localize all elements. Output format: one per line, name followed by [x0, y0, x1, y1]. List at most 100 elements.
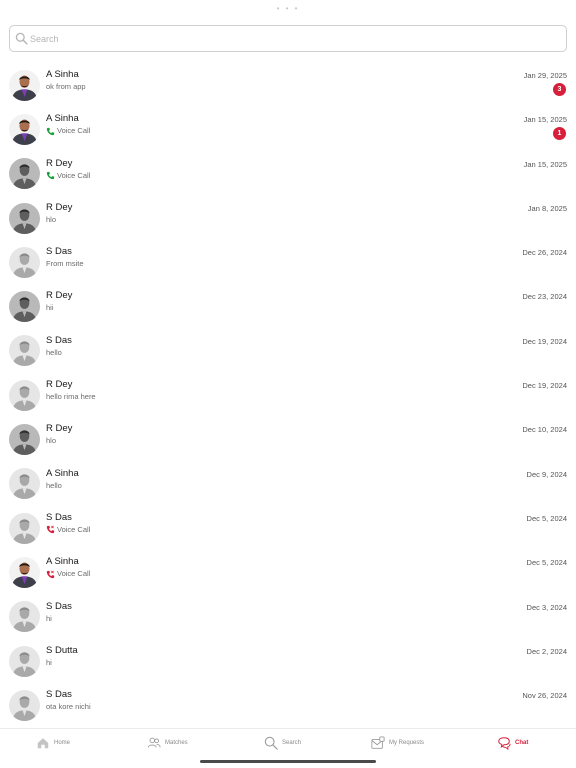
message-date: Jan 15, 2025 [523, 115, 567, 125]
avatar[interactable] [9, 202, 40, 234]
contact-name: S Das [46, 334, 72, 346]
avatar[interactable] [9, 468, 40, 500]
tab-chat[interactable]: Chat [497, 736, 528, 750]
chat-info: S Das hello [46, 335, 72, 359]
message-preview-text: hi [46, 613, 52, 623]
message-preview: Voice Call [46, 170, 90, 182]
message-preview: From msite [46, 258, 84, 270]
chat-info: S Das Voice Call [46, 512, 90, 536]
avatar-photo [9, 69, 40, 101]
tab-chat-label: Chat [515, 740, 529, 746]
chat-row[interactable]: R Dey hlo Jan 8, 2025 [0, 196, 576, 240]
contact-name: R Dey [46, 201, 73, 213]
tab-search[interactable]: Search [264, 736, 301, 750]
chat-info: S Das From msite [46, 246, 84, 270]
avatar-placeholder [9, 424, 40, 456]
chat-row[interactable]: A Sinha ok from app Jan 29, 2025 3 [0, 63, 576, 107]
chat-info: R Dey Voice Call [46, 158, 90, 182]
contact-name: A Sinha [46, 556, 79, 568]
chat-row[interactable]: A Sinha hello Dec 9, 2024 [0, 462, 576, 506]
message-date: Dec 10, 2024 [522, 425, 567, 435]
chat-row[interactable]: S Das hello Dec 19, 2024 [0, 329, 576, 373]
message-date: Dec 9, 2024 [526, 469, 567, 479]
mail-request-icon [371, 736, 385, 749]
chat-info: A Sinha hello [46, 468, 79, 492]
chat-info: A Sinha Voice Call [46, 556, 90, 580]
message-date: Jan 8, 2025 [527, 203, 567, 213]
contact-name: S Das [46, 689, 72, 701]
chat-row[interactable]: R Dey hlo Dec 10, 2024 [0, 417, 576, 461]
chat-info: S Das hi [46, 601, 72, 625]
avatar[interactable] [9, 113, 40, 145]
chat-row[interactable]: S Dutta hi Dec 2, 2024 [0, 639, 576, 683]
message-preview: hi [46, 657, 78, 669]
avatar[interactable] [9, 69, 40, 101]
message-date: Dec 3, 2024 [526, 602, 567, 612]
chat-row[interactable]: R Dey hello rima here Dec 19, 2024 [0, 373, 576, 417]
contact-name: S Dutta [46, 644, 78, 656]
tab-my-requests-label: My Requests [389, 740, 425, 746]
chat-row[interactable]: S Das Voice Call Dec 5, 2024 [0, 506, 576, 550]
message-date: Dec 23, 2024 [522, 292, 567, 302]
avatar-placeholder [9, 379, 40, 411]
chat-row[interactable]: S Das ota kore nichi Nov 26, 2024 [0, 683, 576, 727]
message-preview: hii [46, 302, 72, 314]
search-input[interactable] [30, 33, 550, 44]
avatar[interactable] [9, 556, 40, 588]
phone-call-icon [46, 171, 55, 180]
tab-search-label: Search [282, 740, 302, 746]
chat-list: A Sinha ok from app Jan 29, 2025 3 A Sinha Vo… [0, 63, 576, 727]
contact-name: S Das [46, 246, 72, 258]
message-preview: Voice Call [46, 568, 90, 580]
contact-name: S Das [46, 600, 72, 612]
message-date: Dec 5, 2024 [526, 513, 567, 523]
chat-info: A Sinha Voice Call [46, 113, 90, 137]
avatar[interactable] [9, 424, 40, 456]
avatar[interactable] [9, 689, 40, 721]
chat-row[interactable]: S Das hi Dec 3, 2024 [0, 595, 576, 639]
unread-badge: 3 [553, 83, 566, 96]
avatar[interactable] [9, 246, 40, 278]
tab-home[interactable]: Home [36, 736, 70, 750]
message-preview-text: Voice Call [57, 524, 91, 534]
avatar-placeholder [9, 601, 40, 633]
message-date: Dec 19, 2024 [522, 336, 567, 346]
avatar-placeholder [9, 335, 40, 367]
message-preview-text: hlo [46, 214, 57, 224]
chat-icon [498, 737, 511, 750]
avatar-placeholder [9, 468, 40, 500]
avatar[interactable] [9, 645, 40, 677]
message-preview: hello rima here [46, 391, 96, 403]
message-preview: hi [46, 613, 72, 625]
message-preview-text: From msite [46, 259, 84, 269]
chat-info: A Sinha ok from app [46, 69, 86, 93]
tab-matches[interactable]: Matches [147, 736, 188, 750]
chat-info: S Dutta hi [46, 645, 78, 669]
message-preview: Voice Call [46, 524, 90, 536]
avatar[interactable] [9, 379, 40, 411]
chat-row[interactable]: R Dey Voice Call Jan 15, 2025 [0, 152, 576, 196]
message-date: Dec 19, 2024 [522, 381, 567, 391]
message-preview-text: hlo [46, 436, 57, 446]
message-preview: hello [46, 347, 72, 359]
unread-badge: 1 [553, 127, 566, 141]
chat-row[interactable]: A Sinha Voice Call Jan 15, 2025 1 [0, 107, 576, 151]
chat-row[interactable]: S Das From msite Dec 26, 2024 [0, 240, 576, 284]
avatar[interactable] [9, 512, 40, 544]
home-icon [37, 738, 49, 749]
avatar-placeholder [9, 512, 40, 544]
message-preview-text: hello [46, 480, 62, 490]
avatar[interactable] [9, 158, 40, 190]
contact-name: A Sinha [46, 69, 79, 80]
chat-row[interactable]: R Dey hii Dec 23, 2024 [0, 284, 576, 328]
avatar[interactable] [9, 335, 40, 367]
search-bar[interactable] [9, 25, 567, 52]
message-preview-text: hi [46, 657, 52, 667]
missed-call-icon [46, 526, 55, 534]
chat-row[interactable]: A Sinha Voice Call Dec 5, 2024 [0, 550, 576, 594]
avatar[interactable] [9, 291, 40, 323]
tab-my-requests[interactable]: My Requests [371, 736, 424, 750]
avatar[interactable] [9, 601, 40, 633]
top-indicator: • • • [276, 4, 300, 13]
contact-name: A Sinha [46, 467, 79, 479]
